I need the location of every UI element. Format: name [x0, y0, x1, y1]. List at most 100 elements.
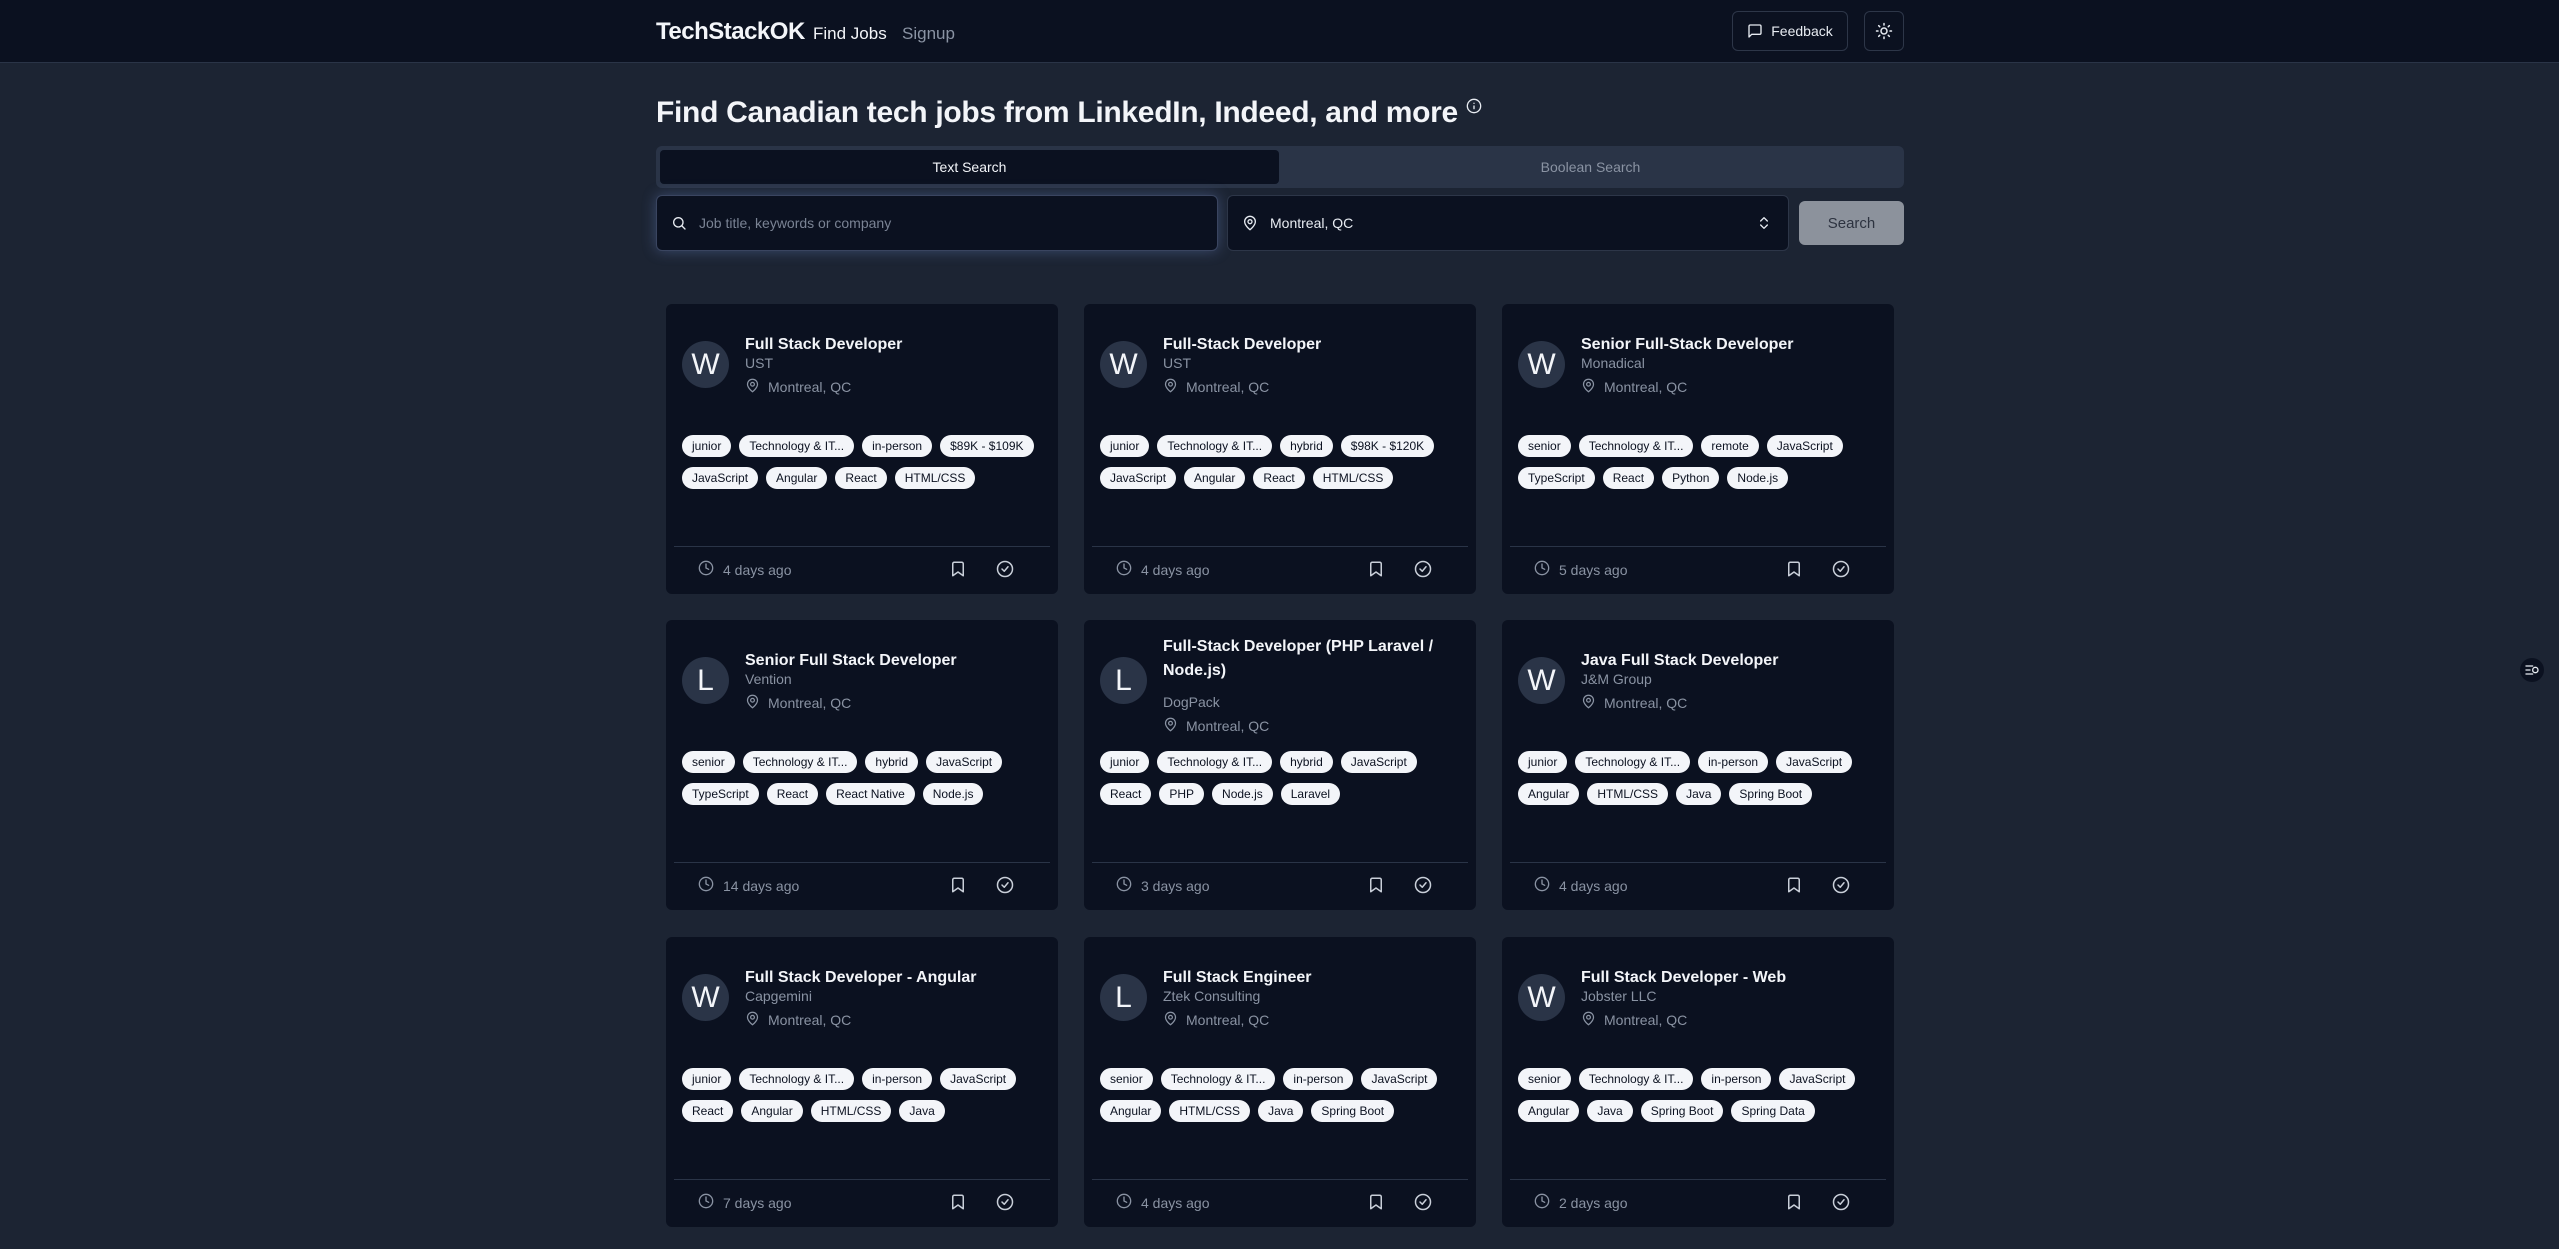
posted-time: 4 days ago [1116, 1193, 1210, 1212]
job-tag: JavaScript [682, 467, 759, 489]
job-title[interactable]: Java Full Stack Developer [1581, 649, 1881, 673]
job-tag: PHP [1159, 783, 1205, 805]
job-title[interactable]: Senior Full-Stack Developer [1581, 333, 1881, 357]
job-title[interactable]: Full-Stack Developer [1163, 333, 1463, 357]
job-tag: TypeScript [682, 783, 759, 805]
mark-applied-check-icon[interactable] [1414, 876, 1432, 899]
job-tag: in-person [1701, 1068, 1772, 1090]
floating-widget-icon[interactable] [2520, 658, 2544, 682]
bookmark-icon[interactable] [1785, 1193, 1803, 1216]
job-tag: hybrid [865, 751, 919, 773]
mark-applied-check-icon[interactable] [1414, 560, 1432, 583]
job-tag: Technology & IT... [1160, 1068, 1276, 1090]
keyword-search-field[interactable] [656, 195, 1218, 251]
info-icon[interactable] [1466, 98, 1482, 114]
job-tag: Technology & IT... [1578, 1068, 1694, 1090]
job-location: Montreal, QC [1581, 378, 1687, 396]
theme-toggle-button[interactable] [1864, 11, 1904, 51]
bookmark-icon[interactable] [1367, 1193, 1385, 1216]
job-tag: remote [1701, 435, 1759, 457]
job-location: Montreal, QC [1163, 378, 1269, 396]
job-title[interactable]: Full-Stack Developer (PHP Laravel / Node… [1163, 635, 1463, 683]
mark-applied-check-icon[interactable] [996, 876, 1014, 899]
location-select[interactable]: Montreal, QC [1227, 195, 1789, 251]
bookmark-icon[interactable] [949, 560, 967, 583]
job-card[interactable]: W Full-Stack Developer UST Montreal, QC juni… [1084, 304, 1476, 594]
job-tag: Technology & IT... [742, 751, 858, 773]
tab-boolean-search[interactable]: Boolean Search [1281, 150, 1900, 184]
job-tag: HTML/CSS [1169, 1100, 1251, 1122]
page-heading: Find Canadian tech jobs from LinkedIn, I… [656, 96, 1482, 130]
mark-applied-check-icon[interactable] [996, 1193, 1014, 1216]
top-navbar: TechStackOK Find Jobs Signup Feedback [0, 0, 2559, 63]
tag-list: junior Technology & IT... in-person $89K - … [682, 435, 1042, 489]
mark-applied-check-icon[interactable] [1832, 876, 1850, 899]
mark-applied-check-icon[interactable] [996, 560, 1014, 583]
clock-icon [1534, 1193, 1550, 1212]
job-card[interactable]: L Full Stack Engineer Ztek Consulting Montr… [1084, 937, 1476, 1227]
map-pin-icon [1581, 378, 1596, 396]
job-tag: Java [899, 1100, 945, 1122]
job-tag: JavaScript [1776, 751, 1853, 773]
message-square-icon [1748, 24, 1762, 38]
bookmark-icon[interactable] [1785, 876, 1803, 899]
job-card[interactable]: L Senior Full Stack Developer Vention Montr… [666, 620, 1058, 910]
tag-list: senior Technology & IT... hybrid JavaScript… [682, 751, 1042, 805]
posted-time-text: 4 days ago [1141, 1194, 1210, 1211]
feedback-label: Feedback [1771, 23, 1833, 39]
search-input[interactable] [699, 215, 1179, 231]
job-tag: Angular [741, 1100, 803, 1122]
nav-find-jobs[interactable]: Find Jobs [813, 24, 887, 44]
job-tag: TypeScript [1518, 467, 1595, 489]
mark-applied-check-icon[interactable] [1832, 1193, 1850, 1216]
job-tag: React [682, 1100, 734, 1122]
job-title[interactable]: Full Stack Developer [745, 333, 1045, 357]
feedback-button[interactable]: Feedback [1732, 11, 1848, 51]
job-card[interactable]: W Full Stack Developer UST Montreal, QC juni… [666, 304, 1058, 594]
job-location-text: Montreal, QC [1186, 718, 1270, 734]
job-card[interactable]: W Java Full Stack Developer J&M Group Montr… [1502, 620, 1894, 910]
bookmark-icon[interactable] [949, 876, 967, 899]
search-button[interactable]: Search [1799, 201, 1904, 245]
job-tag: junior [1100, 751, 1150, 773]
job-card[interactable]: W Senior Full-Stack Developer Monadical Mon… [1502, 304, 1894, 594]
job-tag: junior [1100, 435, 1150, 457]
tag-list: junior Technology & IT... hybrid $98K - $12… [1100, 435, 1460, 489]
search-mode-tabs: Text Search Boolean Search [656, 146, 1904, 188]
clock-icon [698, 1193, 714, 1212]
mark-applied-check-icon[interactable] [1832, 560, 1850, 583]
bookmark-icon[interactable] [1367, 876, 1385, 899]
posted-time: 2 days ago [1534, 1193, 1628, 1212]
card-divider [674, 546, 1050, 547]
bookmark-icon[interactable] [949, 1193, 967, 1216]
job-card[interactable]: W Full Stack Developer - Angular Capgemini… [666, 937, 1058, 1227]
job-card[interactable]: L Full-Stack Developer (PHP Laravel / Nod… [1084, 620, 1476, 910]
brand-logo[interactable]: TechStackOK [656, 18, 805, 46]
job-tag: React Native [826, 783, 915, 805]
job-tag: Technology & IT... [1578, 435, 1694, 457]
job-card[interactable]: W Full Stack Developer - Web Jobster LLC Mo… [1502, 937, 1894, 1227]
job-tag: Technology & IT... [739, 435, 855, 457]
company-name: UST [745, 355, 773, 371]
bookmark-icon[interactable] [1367, 560, 1385, 583]
company-name: UST [1163, 355, 1191, 371]
posted-time-text: 3 days ago [1141, 877, 1210, 894]
mark-applied-check-icon[interactable] [1414, 1193, 1432, 1216]
job-tag: in-person [862, 435, 933, 457]
job-tag: JavaScript [926, 751, 1003, 773]
bookmark-icon[interactable] [1785, 560, 1803, 583]
company-name: Ztek Consulting [1163, 988, 1261, 1004]
posted-time: 5 days ago [1534, 560, 1628, 579]
job-tag: React [1602, 467, 1655, 489]
job-title[interactable]: Full Stack Engineer [1163, 966, 1463, 990]
nav-signup[interactable]: Signup [902, 24, 955, 44]
job-tag: HTML/CSS [1312, 467, 1394, 489]
job-tag: JavaScript [940, 1068, 1017, 1090]
job-location: Montreal, QC [1163, 1011, 1269, 1029]
job-title[interactable]: Senior Full Stack Developer [745, 649, 1045, 673]
job-title[interactable]: Full Stack Developer - Web [1581, 966, 1881, 990]
tab-text-search[interactable]: Text Search [660, 150, 1279, 184]
job-title[interactable]: Full Stack Developer - Angular [745, 966, 1045, 990]
job-location: Montreal, QC [745, 378, 851, 396]
posted-time: 7 days ago [698, 1193, 792, 1212]
